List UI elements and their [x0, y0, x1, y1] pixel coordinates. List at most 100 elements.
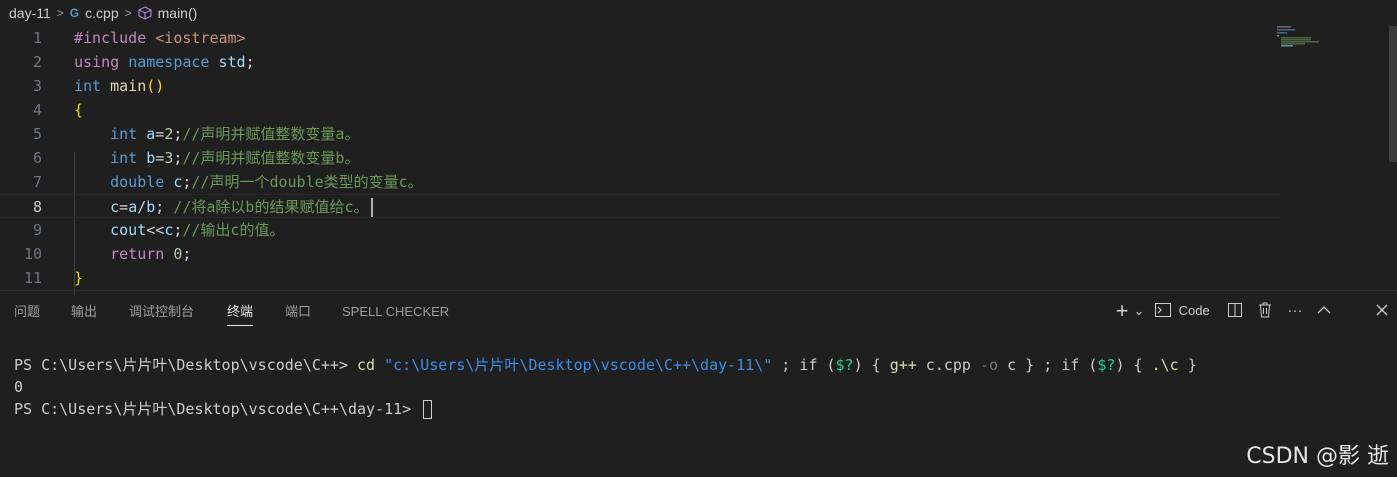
code-line[interactable]: 10 return 0;: [0, 242, 1280, 266]
tab-ports[interactable]: 端口: [285, 298, 311, 326]
terminal-line: PS C:\Users\片片叶\Desktop\vscode\C++> cd "…: [14, 356, 1197, 374]
breadcrumb-symbol[interactable]: main(): [158, 5, 198, 21]
code-text: using namespace std;: [74, 50, 255, 74]
code-token: //声明并赋值整数变量b。: [182, 149, 360, 167]
watermark: CSDN @影 逝: [1246, 444, 1389, 469]
code-token: ;: [155, 198, 174, 216]
add-terminal-icon[interactable]: +: [1113, 298, 1131, 324]
code-token: (): [146, 77, 165, 95]
line-number: 3: [32, 77, 42, 95]
close-panel-icon[interactable]: [1371, 298, 1393, 324]
text-cursor: [370, 198, 373, 217]
code-line[interactable]: 8 c=a/b; //将a除以b的结果赋值给c。: [0, 194, 1280, 218]
code-line[interactable]: 11}: [0, 266, 1280, 290]
more-actions-icon[interactable]: ···: [1283, 298, 1307, 324]
code-token: =: [155, 125, 165, 143]
code-text: double c;//声明一个double类型的变量c。: [74, 170, 423, 194]
code-token: ;: [182, 245, 192, 263]
terminal-icon: [1155, 303, 1171, 317]
breadcrumb: day-11 > G c.cpp > main(): [0, 0, 1397, 26]
code-text: int a=2;//声明并赋值整数变量a。: [74, 122, 359, 146]
code-editor[interactable]: 1 #include <iostream> 2 using namespace std…: [0, 26, 1397, 296]
maximize-panel-icon[interactable]: [1313, 298, 1335, 324]
line-number: 7: [32, 173, 42, 191]
code-token: }: [74, 269, 84, 287]
code-token: =: [155, 149, 165, 167]
code-text: }: [74, 266, 83, 290]
code-line[interactable]: 6 int b=3;//声明并赋值整数变量b。: [0, 146, 1280, 170]
line-number: 8: [32, 198, 42, 216]
line-number: 10: [23, 245, 42, 263]
code-token: //声明一个double类型的变量c。: [191, 173, 423, 191]
terminal-prompt: PS C:\Users\片片叶\Desktop\vscode\C++\day-1…: [14, 398, 433, 420]
panel-divider: [0, 290, 1397, 291]
code-token: main: [110, 77, 147, 95]
code-token: a: [146, 125, 156, 143]
code-token: c: [110, 198, 120, 216]
code-text: {: [74, 98, 83, 122]
code-token: //将a除以b的结果赋值给c。: [173, 198, 369, 216]
line-number: 1: [32, 29, 42, 47]
code-token: #include: [74, 29, 147, 47]
cpp-file-icon: G: [69, 6, 80, 20]
code-token: 3: [164, 149, 174, 167]
code-token: c: [164, 221, 174, 239]
breadcrumb-file[interactable]: c.cpp: [85, 5, 118, 21]
code-token: /: [137, 198, 147, 216]
tab-problems[interactable]: 问题: [14, 298, 40, 326]
code-token: 2: [164, 125, 174, 143]
method-cube-icon: [138, 6, 152, 20]
code-line[interactable]: 1 #include <iostream>: [0, 26, 1280, 50]
terminal-output: 0: [14, 378, 24, 396]
tab-terminal[interactable]: 终端: [227, 298, 254, 326]
line-number: 11: [23, 269, 42, 287]
line-number: 6: [32, 149, 42, 167]
code-line[interactable]: 7 double c;//声明一个double类型的变量c。: [0, 170, 1280, 194]
code-token: =: [119, 198, 129, 216]
line-number: 4: [32, 101, 42, 119]
chevron-right-icon: >: [56, 6, 64, 20]
trash-icon[interactable]: [1255, 298, 1275, 324]
code-token: //输出c的值。: [182, 221, 285, 239]
code-token: int: [74, 77, 102, 95]
chevron-down-icon[interactable]: ⌄: [1133, 298, 1145, 324]
split-terminal-icon[interactable]: [1225, 298, 1245, 324]
code-token: return: [110, 245, 165, 263]
editor-scrollbar[interactable]: [1389, 26, 1397, 162]
minimap[interactable]: [1277, 26, 1321, 50]
code-text: #include <iostream>: [74, 26, 246, 50]
code-line[interactable]: 9 cout<<c;//输出c的值。: [0, 218, 1280, 242]
code-token: cout: [110, 221, 147, 239]
code-line[interactable]: 2 using namespace std;: [0, 50, 1280, 74]
launch-profile-label: Code: [1178, 303, 1210, 318]
code-token: ;: [245, 53, 255, 71]
code-line[interactable]: 3 int main(): [0, 74, 1280, 98]
code-token: std: [218, 53, 246, 71]
tab-debug-console[interactable]: 调试控制台: [129, 298, 194, 326]
code-token: a: [128, 198, 138, 216]
code-token: b: [146, 149, 156, 167]
line-number: 2: [32, 53, 42, 71]
tab-spell-checker[interactable]: SPELL CHECKER: [342, 298, 449, 326]
code-text: int main(): [74, 74, 164, 98]
code-line[interactable]: 4{: [0, 98, 1280, 122]
launch-profile-button[interactable]: Code: [1155, 298, 1221, 324]
code-token: int: [110, 125, 138, 143]
breadcrumb-folder[interactable]: day-11: [9, 5, 51, 21]
code-token: b: [146, 198, 156, 216]
panel-actions: + ⌄ Code ···: [1107, 298, 1397, 324]
code-line[interactable]: 5 int a=2;//声明并赋值整数变量a。: [0, 122, 1280, 146]
code-token: {: [74, 101, 84, 119]
tab-output[interactable]: 输出: [71, 298, 97, 326]
